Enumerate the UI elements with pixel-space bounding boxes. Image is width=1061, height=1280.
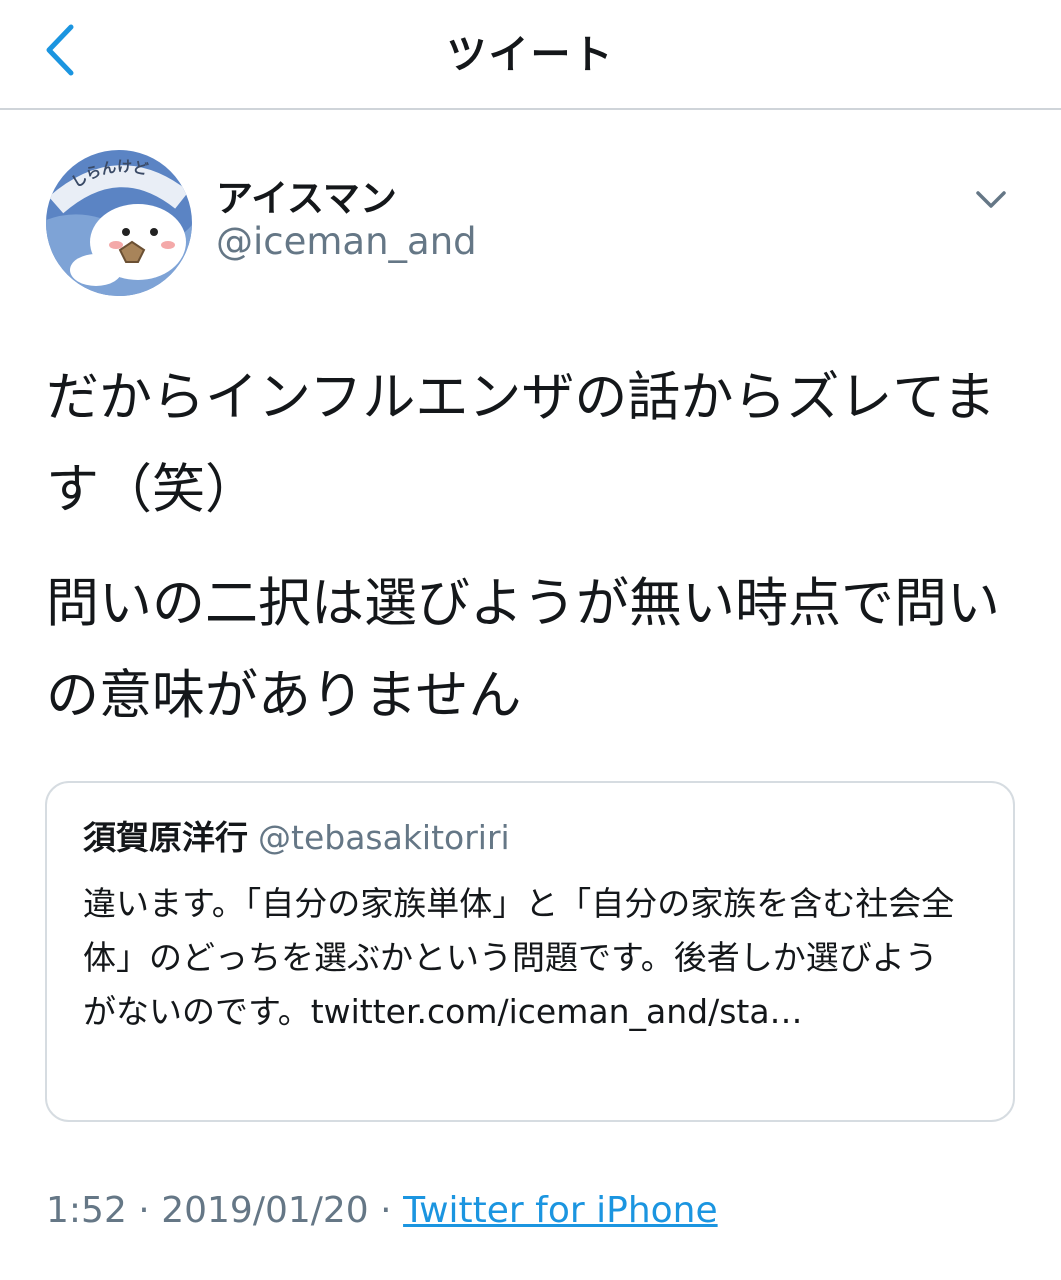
tweet-paragraph: 問いの二択は選びようが無い時点で問いの意味がありません: [46, 573, 1000, 726]
tweet-time: 1:52: [46, 1190, 127, 1231]
avatar-image: しらんけど: [46, 150, 192, 296]
more-options-button[interactable]: [966, 180, 1016, 220]
top-bar: ツイート: [0, 0, 1061, 110]
quoted-tweet-text: 違います。「自分の家族単体」と「自分の家族を含む社会全体」のどっちを選ぶかという…: [83, 884, 955, 1031]
avatar[interactable]: しらんけど: [46, 150, 192, 296]
meta-separator: ·: [380, 1190, 392, 1231]
quoted-author-handle: @tebasakitoriri: [258, 818, 510, 857]
tweet-author: しらんけど アイスマン @iceman_and: [46, 150, 1016, 300]
chevron-down-icon: [976, 191, 1006, 208]
quoted-author-name: 須賀原洋行: [83, 818, 248, 857]
page-title: ツイート: [446, 32, 615, 78]
author-name[interactable]: アイスマン: [216, 168, 397, 222]
quoted-tweet-header: 須賀原洋行 @tebasakitoriri: [83, 813, 977, 863]
author-handle[interactable]: @iceman_and: [216, 220, 477, 263]
tweet-source-link[interactable]: Twitter for iPhone: [403, 1190, 718, 1231]
quoted-tweet-card[interactable]: 須賀原洋行 @tebasakitoriri 違います。「自分の家族単体」と「自分の…: [45, 781, 1015, 1122]
meta-separator: ·: [138, 1190, 150, 1231]
tweet-paragraph: だからインフルエンザの話からズレてます（笑）: [46, 367, 996, 520]
tweet-text: だからインフルエンザの話からズレてます（笑） 問いの二択は選びようが無い時点で問…: [46, 352, 1006, 764]
tweet-date: 2019/01/20: [161, 1190, 369, 1231]
tweet-metadata: 1:52 · 2019/01/20 · Twitter for iPhone: [46, 1190, 718, 1231]
